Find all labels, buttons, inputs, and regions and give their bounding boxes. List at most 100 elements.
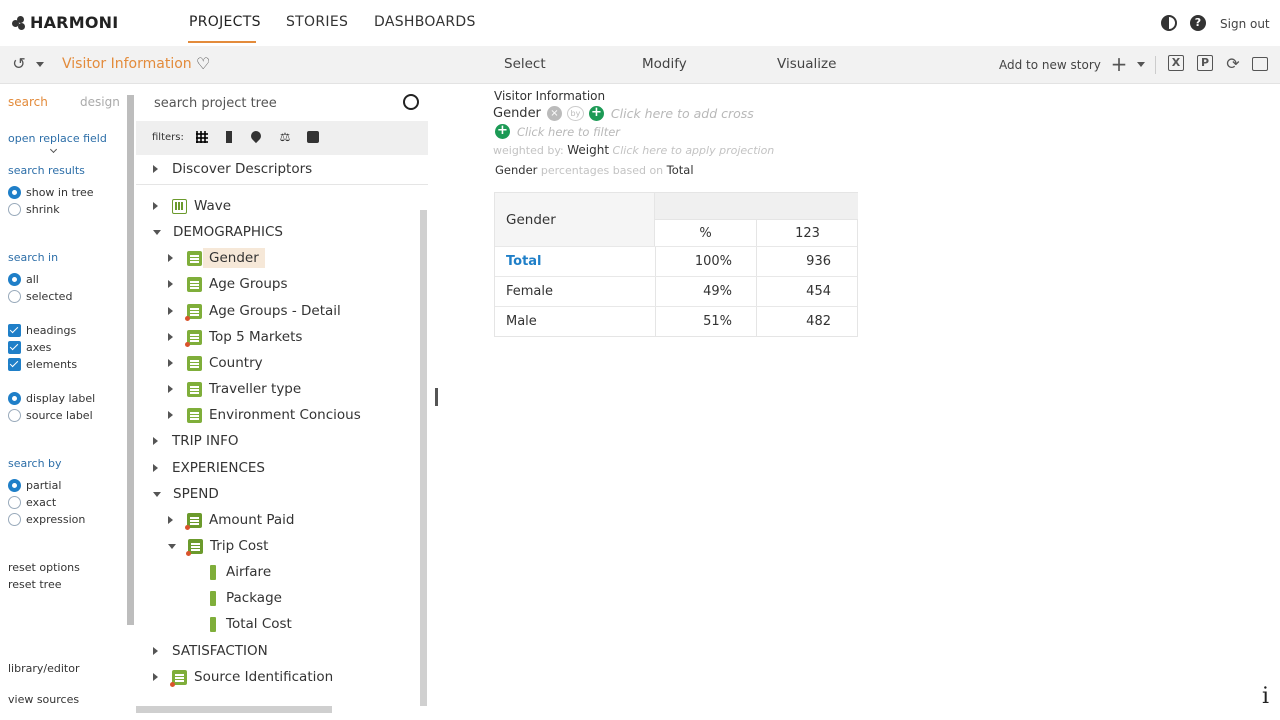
caret-down-icon[interactable] [153, 229, 161, 235]
check-elements[interactable]: elements [8, 358, 77, 371]
grid-filter-icon[interactable] [196, 131, 208, 143]
heart-icon[interactable]: ♡ [196, 54, 210, 73]
tree-row[interactable]: Source Identification [153, 665, 333, 689]
view-sources-link[interactable]: view sources [8, 693, 79, 706]
mode-modify[interactable]: Modify [642, 56, 687, 72]
tab-design[interactable]: design [80, 95, 120, 109]
tree-row[interactable]: SATISFACTION [153, 639, 268, 663]
check-headings[interactable]: headings [8, 324, 76, 337]
tree-row[interactable]: Trip Cost [168, 534, 268, 558]
radio-show-in-tree[interactable]: show in tree [8, 186, 94, 199]
plus-dropdown-icon[interactable] [1137, 62, 1145, 67]
discover-descriptors-row[interactable]: Discover Descriptors [136, 155, 428, 185]
excel-icon[interactable]: X [1168, 55, 1184, 71]
history-dropdown-icon[interactable] [36, 62, 44, 67]
caret-right-icon[interactable] [168, 307, 173, 315]
caret-right-icon[interactable] [168, 254, 173, 262]
list-filter-icon[interactable] [226, 131, 232, 143]
search-icon[interactable] [403, 94, 419, 110]
add-cross-icon[interactable]: + [588, 105, 604, 121]
radio-selected[interactable]: selected [8, 290, 72, 303]
caret-right-icon[interactable] [153, 165, 158, 173]
tree-row[interactable]: Country [168, 351, 263, 375]
tree-row[interactable]: Age Groups - Detail [168, 299, 341, 323]
row-label[interactable]: Male [506, 314, 537, 329]
caret-right-icon[interactable] [153, 464, 158, 472]
radio-icon[interactable] [8, 273, 21, 286]
options-panel-scrollbar[interactable] [127, 95, 134, 625]
tree-row[interactable]: Environment Concious [168, 403, 361, 427]
reset-tree-link[interactable]: reset tree [8, 578, 62, 591]
radio-icon[interactable] [8, 290, 21, 303]
tree-row[interactable]: Age Groups [168, 272, 288, 296]
caret-right-icon[interactable] [168, 280, 173, 288]
tree-row[interactable]: Total Cost [210, 612, 292, 636]
pct-base-value[interactable]: Total [667, 163, 694, 177]
radio-expression[interactable]: expression [8, 513, 85, 526]
tree-row[interactable]: Wave [153, 194, 231, 218]
info-icon[interactable]: i [1262, 684, 1269, 709]
library-editor-link[interactable]: library/editor [8, 662, 79, 675]
tree-row[interactable]: EXPERIENCES [153, 456, 265, 480]
caret-right-icon[interactable] [168, 411, 173, 419]
plus-icon[interactable]: + [1110, 54, 1128, 74]
caret-right-icon[interactable] [153, 202, 158, 210]
column-header-count[interactable]: 123 [756, 219, 858, 246]
caret-right-icon[interactable] [153, 437, 158, 445]
open-replace-field-link[interactable]: open replace field [8, 132, 107, 145]
tree-row[interactable]: TRIP INFO [153, 429, 239, 453]
caret-down-icon[interactable] [168, 543, 176, 549]
tree-row[interactable]: Traveller type [168, 377, 301, 401]
contrast-icon[interactable] [1161, 15, 1177, 31]
chevron-down-icon[interactable] [49, 145, 58, 154]
tree-row[interactable]: Gender [168, 246, 265, 270]
nav-tab-stories[interactable]: STORIES [286, 14, 348, 30]
help-icon[interactable]: ? [1190, 15, 1206, 31]
powerpoint-icon[interactable]: P [1197, 55, 1213, 71]
checkbox-icon[interactable] [8, 341, 21, 354]
checkbox-icon[interactable] [8, 324, 21, 337]
projection-hint[interactable]: Click here to apply projection [613, 144, 775, 157]
check-axes[interactable]: axes [8, 341, 51, 354]
radio-icon[interactable] [8, 496, 21, 509]
tree-row[interactable]: DEMOGRAPHICS [153, 220, 283, 244]
panel-splitter[interactable] [433, 380, 438, 420]
radio-all[interactable]: all [8, 273, 39, 286]
nav-tab-dashboards[interactable]: DASHBOARDS [374, 14, 476, 30]
add-cross-hint[interactable]: Click here to add cross [611, 106, 754, 121]
scale-filter-icon[interactable]: ⚖ [279, 131, 291, 143]
mode-select[interactable]: Select [504, 56, 546, 72]
search-project-tree-input[interactable] [154, 94, 384, 112]
caret-right-icon[interactable] [168, 359, 173, 367]
history-icon[interactable]: ↺ [10, 55, 28, 73]
radio-partial[interactable]: partial [8, 479, 61, 492]
by-icon[interactable]: by [566, 105, 584, 121]
checkbox-icon[interactable] [8, 358, 21, 371]
brand-logo[interactable]: HARMONI [12, 13, 118, 32]
remove-axis-icon[interactable]: × [546, 105, 562, 121]
tree-row[interactable]: Airfare [210, 560, 271, 584]
tab-search[interactable]: search [8, 95, 48, 109]
radio-source-label[interactable]: source label [8, 409, 93, 422]
tree-row[interactable]: Top 5 Markets [168, 325, 302, 349]
radio-icon[interactable] [8, 203, 21, 216]
radio-exact[interactable]: exact [8, 496, 56, 509]
caret-down-icon[interactable] [153, 491, 161, 497]
pct-axis-value[interactable]: Gender [495, 163, 537, 177]
caret-right-icon[interactable] [168, 516, 173, 524]
radio-icon[interactable] [8, 479, 21, 492]
add-filter-icon[interactable]: + [495, 124, 510, 139]
tree-vertical-scrollbar[interactable] [420, 210, 427, 706]
row-label[interactable]: Female [506, 284, 553, 299]
tree-row[interactable]: SPEND [153, 482, 219, 506]
radio-icon[interactable] [8, 186, 21, 199]
project-title[interactable]: Visitor Information [62, 56, 192, 72]
radio-shrink[interactable]: shrink [8, 203, 60, 216]
tree-horizontal-scrollbar[interactable] [136, 706, 332, 713]
nav-tab-projects[interactable]: PROJECTS [189, 14, 261, 30]
reset-options-link[interactable]: reset options [8, 561, 80, 574]
caret-right-icon[interactable] [168, 333, 173, 341]
radio-display-label[interactable]: display label [8, 392, 95, 405]
present-icon[interactable] [1252, 57, 1268, 71]
caret-right-icon[interactable] [153, 673, 158, 681]
